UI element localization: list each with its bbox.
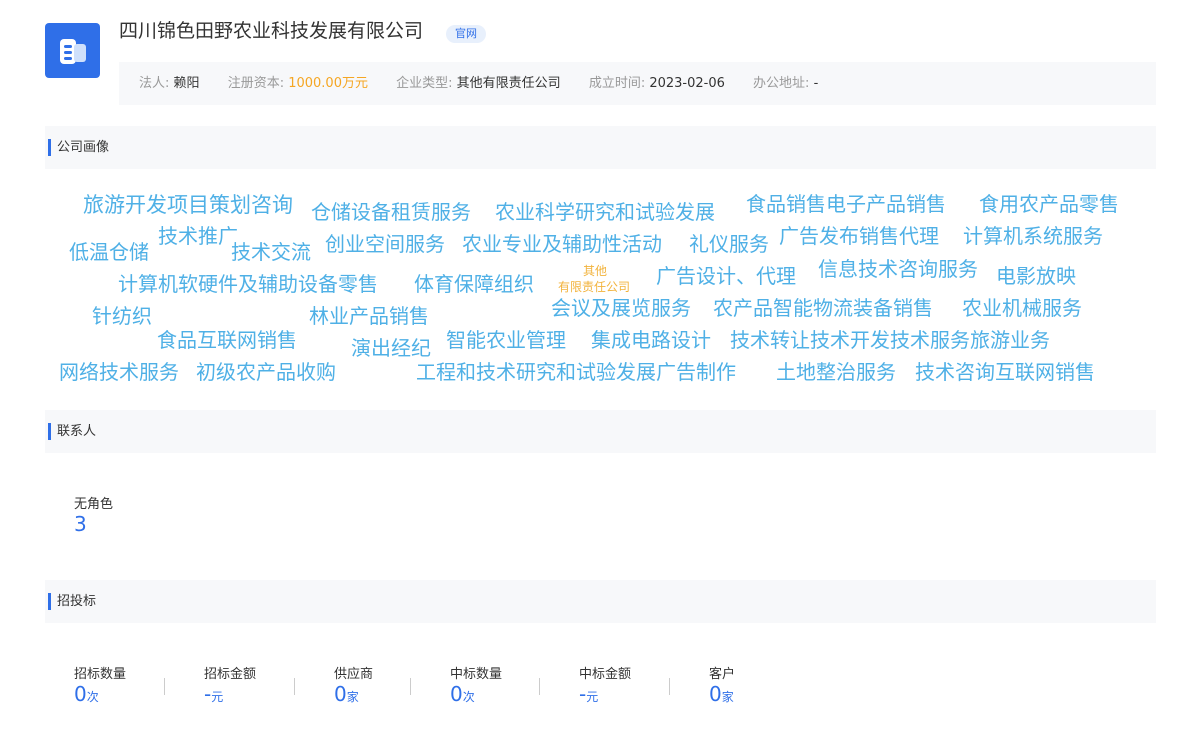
stat-divider xyxy=(669,678,670,695)
winning-amount-value: -元 xyxy=(579,682,599,706)
unit-text: 家 xyxy=(721,690,734,704)
company-info-bar: 法人: 赖阳 注册资本: 1000.00万元 企业类型: 其他有限责任公司 成立… xyxy=(119,62,1156,105)
office-address-label: 办公地址: xyxy=(753,76,810,91)
registered-capital-value: 1000.00万元 xyxy=(288,76,368,91)
word-tag[interactable]: 有限责任公司 xyxy=(558,281,630,293)
word-tag[interactable]: 创业空间服务 xyxy=(325,234,445,254)
unit-text: 元 xyxy=(211,690,224,704)
stat-divider xyxy=(539,678,540,695)
stat-divider xyxy=(410,678,411,695)
word-tag[interactable]: 针纺织 xyxy=(92,306,152,326)
word-tag[interactable]: 技术推广 xyxy=(158,226,238,246)
unit-text: 次 xyxy=(86,690,99,704)
tender-count-value: 0次 xyxy=(74,682,99,706)
unit-text: 次 xyxy=(462,690,475,704)
company-type-value: 其他有限责任公司 xyxy=(456,76,561,91)
stat-divider xyxy=(294,678,295,695)
word-tag[interactable]: 演出经纪 xyxy=(351,338,431,358)
section-contacts: 联系人 xyxy=(45,410,1156,453)
word-tag[interactable]: 集成电路设计 xyxy=(591,330,711,350)
supplier-value: 0家 xyxy=(334,682,359,706)
word-tag[interactable]: 食用农产品零售 xyxy=(979,194,1119,214)
company-name: 四川锦色田野农业科技发展有限公司 xyxy=(119,20,424,42)
word-tag[interactable]: 技术转让技术开发技术服务旅游业务 xyxy=(730,330,1050,350)
word-tag[interactable]: 电影放映 xyxy=(996,266,1076,286)
supplier-label: 供应商 xyxy=(334,667,374,682)
word-tag[interactable]: 会议及展览服务 xyxy=(551,298,691,318)
word-tag[interactable]: 食品互联网销售 xyxy=(157,330,297,350)
word-tag[interactable]: 农产品智能物流装备销售 xyxy=(713,298,933,318)
company-type-label: 企业类型: xyxy=(396,76,453,91)
word-tag[interactable]: 土地整治服务 xyxy=(776,362,896,382)
stat-divider xyxy=(164,678,165,695)
word-tag[interactable]: 技术交流 xyxy=(231,242,311,262)
company-logo xyxy=(45,23,100,78)
word-tag[interactable]: 低温仓储 xyxy=(69,242,149,262)
word-tag[interactable]: 礼仪服务 xyxy=(689,234,769,254)
word-tag[interactable]: 广告发布销售代理 xyxy=(779,226,939,246)
word-tag[interactable]: 网络技术服务 xyxy=(59,362,179,382)
word-tag[interactable]: 仓储设备租赁服务 xyxy=(311,202,471,222)
word-tag[interactable]: 林业产品销售 xyxy=(309,306,429,326)
word-tag[interactable]: 其他 xyxy=(583,265,607,277)
section-bidding: 招投标 xyxy=(45,580,1156,623)
contact-role-label: 无角色 xyxy=(74,497,114,512)
word-tag[interactable]: 旅游开发项目策划咨询 xyxy=(83,195,293,216)
winning-count-value: 0次 xyxy=(450,682,475,706)
building-icon xyxy=(60,39,86,64)
word-tag[interactable]: 农业专业及辅助性活动 xyxy=(462,234,662,254)
word-tag[interactable]: 计算机系统服务 xyxy=(963,226,1103,246)
winning-amount-label: 中标金额 xyxy=(579,667,632,682)
official-site-badge[interactable]: 官网 xyxy=(446,25,486,43)
word-tag[interactable]: 计算机软硬件及辅助设备零售 xyxy=(118,274,378,294)
word-tag[interactable]: 工程和技术研究和试验发展广告制作 xyxy=(416,362,736,382)
word-tag[interactable]: 智能农业管理 xyxy=(446,330,566,350)
tender-count-label: 招标数量 xyxy=(74,667,127,682)
word-tag[interactable]: 体育保障组织 xyxy=(414,274,534,294)
winning-count-label: 中标数量 xyxy=(450,667,503,682)
unit-text: 元 xyxy=(586,690,599,704)
word-tag[interactable]: 农业科学研究和试验发展 xyxy=(495,202,715,222)
contact-role-count[interactable]: 3 xyxy=(74,512,87,536)
registered-capital-label: 注册资本: xyxy=(227,76,285,91)
word-tag[interactable]: 初级农产品收购 xyxy=(196,362,336,382)
word-tag[interactable]: 农业机械服务 xyxy=(962,298,1082,318)
legal-person-value[interactable]: 赖阳 xyxy=(174,76,200,91)
customer-value: 0家 xyxy=(709,682,734,706)
tender-amount-label: 招标金额 xyxy=(204,667,257,682)
business-scope-word-cloud: 旅游开发项目策划咨询 仓储设备租赁服务 农业科学研究和试验发展 食品销售电子产品… xyxy=(0,0,1200,752)
legal-person-label: 法人: xyxy=(139,76,170,91)
office-address-value: - xyxy=(813,76,819,91)
customer-label: 客户 xyxy=(709,667,736,682)
tender-amount-value: -元 xyxy=(204,682,224,706)
word-tag[interactable]: 食品销售电子产品销售 xyxy=(746,194,946,214)
unit-text: 家 xyxy=(346,690,359,704)
word-tag[interactable]: 广告设计、代理 xyxy=(656,266,796,286)
word-tag[interactable]: 信息技术咨询服务 xyxy=(818,259,978,279)
word-tag[interactable]: 技术咨询互联网销售 xyxy=(915,362,1095,382)
founded-date-value: 2023-02-06 xyxy=(649,76,725,91)
section-company-portrait: 公司画像 xyxy=(45,126,1156,169)
founded-date-label: 成立时间: xyxy=(588,76,646,91)
